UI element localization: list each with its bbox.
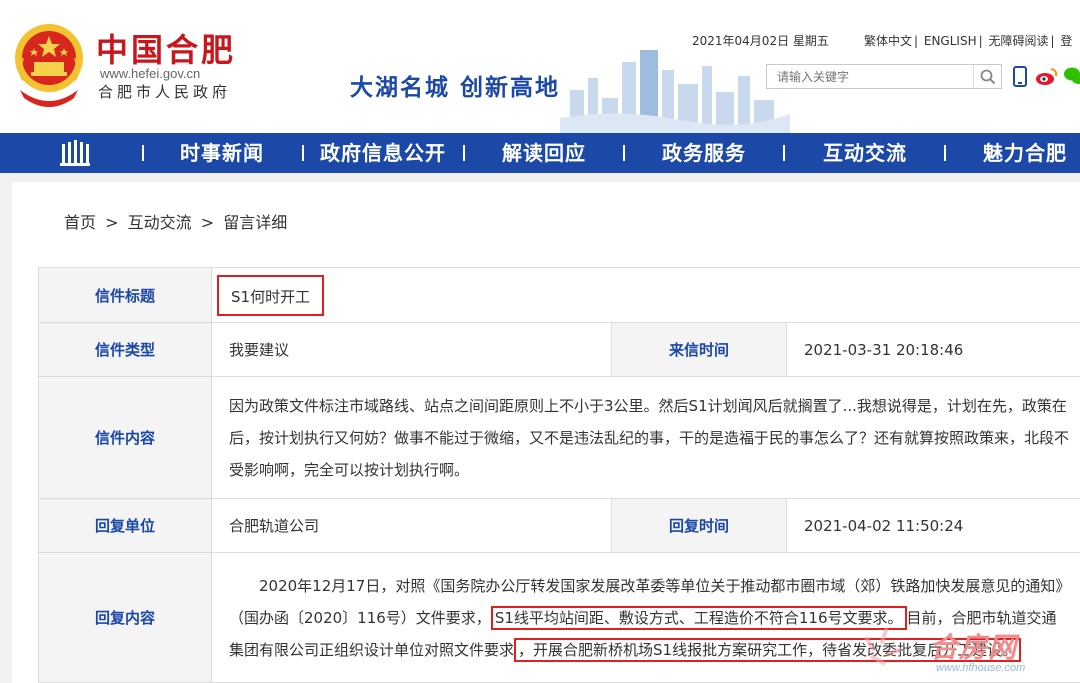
search-button[interactable] (973, 65, 1001, 88)
breadcrumb-home[interactable]: 首页 (64, 213, 96, 232)
table-row: 信件类型 我要建议 来信时间 2021-03-31 20:18:46 (38, 322, 1080, 377)
breadcrumb-current: 留言详细 (223, 213, 288, 232)
brand-subtitle: 合肥市人民政府 (98, 83, 232, 101)
watermark-url: www.hfhouse.com (936, 662, 1026, 674)
slogan: 大湖名城 创新高地 (350, 74, 561, 101)
link-traditional-chinese[interactable]: 繁体中文 (864, 34, 912, 48)
nav-item-interaction[interactable]: 互动交流 (823, 133, 907, 173)
table-row: 回复单位 合肥轨道公司 回复时间 2021-04-02 11:50:24 (38, 498, 1080, 553)
nav-separator (142, 145, 144, 161)
search-input[interactable] (767, 65, 973, 88)
breadcrumb: 首页 > 互动交流 > 留言详细 (64, 211, 291, 235)
nav-item-charm-hefei[interactable]: 魅力合肥 (983, 133, 1067, 173)
wechat-icon[interactable] (1064, 66, 1080, 86)
search-icon (980, 69, 995, 84)
brand-url: www.hefei.gov.cn (100, 66, 201, 81)
brand-title[interactable]: 中国合肥 (96, 32, 236, 68)
letter-title-label: 信件标题 (38, 267, 212, 323)
weibo-icon[interactable] (1035, 66, 1059, 86)
reply-unit-label: 回复单位 (38, 498, 212, 553)
nav-separator (463, 145, 465, 161)
mobile-phone-icon[interactable] (1013, 66, 1027, 87)
nav-item-interpretation[interactable]: 解读回应 (502, 133, 586, 173)
reply-text-highlight: S1线平均站间距、敷设方式、工程造价不符合116号文要求。 (494, 608, 903, 627)
link-english[interactable]: ENGLISH (924, 34, 977, 48)
table-row: 信件标题 S1何时开工 (38, 267, 1080, 323)
nav-item-gov-services[interactable]: 政务服务 (662, 133, 746, 173)
home-icon[interactable] (60, 140, 90, 166)
letter-type-value: 我要建议 (211, 322, 612, 377)
main-nav: 时事新闻 政府信息公开 解读回应 政务服务 互动交流 魅力合肥 (0, 133, 1080, 173)
nav-separator (623, 145, 625, 161)
table-row: 信件内容 因为政策文件标注市域路线、站点之间间距原则上不小于3公里。然后S1计划… (38, 376, 1080, 499)
link-accessible-reading[interactable]: 无障碍阅读 (988, 34, 1048, 48)
nav-separator (783, 145, 785, 161)
nav-item-gov-info[interactable]: 政府信息公开 (320, 133, 446, 173)
breadcrumb-separator: > (105, 213, 119, 232)
reply-content-label: 回复内容 (38, 552, 212, 683)
letter-title-cell: S1何时开工 (210, 267, 1080, 323)
link-login[interactable]: 登 (1060, 34, 1072, 48)
search-box (766, 64, 1002, 89)
reply-time-label: 回复时间 (611, 498, 787, 553)
breadcrumb-separator: > (200, 213, 215, 232)
letter-time-label: 来信时间 (611, 322, 787, 377)
nav-separator (302, 145, 304, 161)
highlight-box: S1线平均站间距、敷设方式、工程造价不符合116号文要求。 (490, 605, 907, 630)
current-date: 2021年04月02日 星期五 (692, 34, 829, 48)
top-links: 繁体中文 | ENGLISH | 无障碍阅读 | 登 (864, 34, 1073, 48)
highlight-box: S1何时开工 (217, 274, 325, 316)
letter-content-value: 因为政策文件标注市域路线、站点之间间距原则上不小于3公里。然后S1计划闻风后就搁… (210, 376, 1080, 499)
nav-separator (944, 145, 946, 161)
city-skyline-image (560, 40, 790, 133)
letter-type-label: 信件类型 (38, 322, 212, 377)
national-emblem-icon (15, 24, 83, 107)
breadcrumb-interaction[interactable]: 互动交流 (128, 213, 192, 232)
letter-content-label: 信件内容 (38, 376, 212, 499)
watermark-text: 合房网 (930, 631, 1018, 664)
site-header: 中国合肥 www.hefei.gov.cn 合肥市人民政府 大湖名城 创新高地 … (0, 0, 1080, 133)
reply-unit-value: 合肥轨道公司 (211, 498, 612, 553)
reply-time-value: 2021-04-02 11:50:24 (785, 498, 1080, 553)
letter-time-value: 2021-03-31 20:18:46 (785, 322, 1080, 377)
letter-title-value: S1何时开工 (231, 287, 311, 306)
nav-item-current-news[interactable]: 时事新闻 (180, 133, 264, 173)
